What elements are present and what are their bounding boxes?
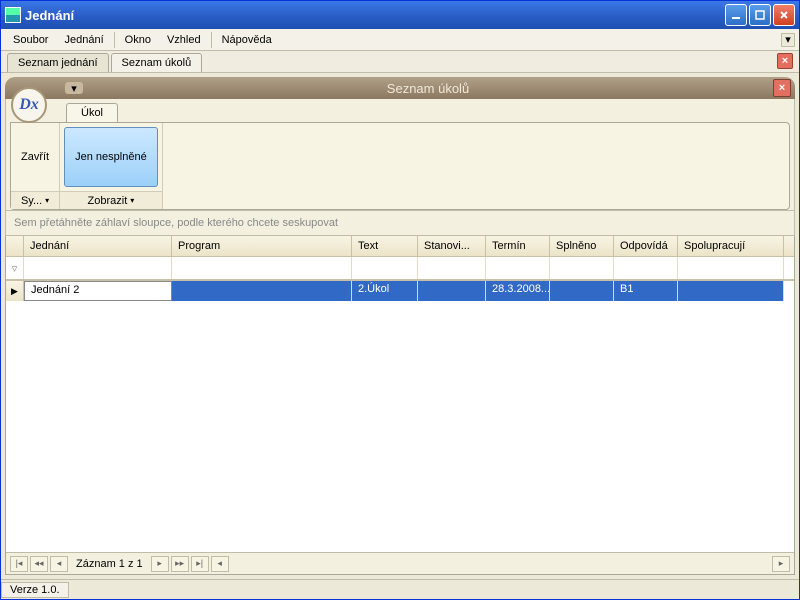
menu-jednani[interactable]: Jednání [56,32,111,48]
content-area: Dx ▾ Seznam úkolů × Úkol Zavřít Sy...▾ J… [1,73,799,579]
col-header-odpovida[interactable]: Odpovídá [614,236,678,256]
nav-next-button[interactable]: ▸ [151,556,169,572]
filter-jednani[interactable] [24,257,172,279]
nav-first-button[interactable]: |◂ [10,556,28,572]
zavrit-button[interactable]: Zavřít [11,123,59,191]
cell-odpovida[interactable]: B1 [614,281,678,301]
filter-stanovisko[interactable] [418,257,486,279]
statusbar: Verze 1.0. [1,579,799,599]
nav-prev-button[interactable]: ◂ [50,556,68,572]
ribbon-group-label-zobrazit[interactable]: Zobrazit▾ [60,191,162,209]
record-navigator: |◂ ◂◂ ◂ Záznam 1 z 1 ▸ ▸▸ ▸| ◂ ▸ [6,552,794,574]
maximize-button[interactable] [749,4,771,26]
tab-seznam-jednani[interactable]: Seznam jednání [7,53,109,72]
cell-jednani[interactable]: Jednání 2 [24,281,172,301]
cell-stanovisko[interactable] [418,281,486,301]
menu-napoveda[interactable]: Nápověda [214,32,280,48]
jen-nesplnene-button[interactable]: Jen nesplněné [64,127,158,187]
grid-filter-row: ▿ [6,257,794,281]
menu-soubor[interactable]: Soubor [5,32,56,48]
nav-last-button[interactable]: ▸| [191,556,209,572]
filter-splneno[interactable] [550,257,614,279]
app-badge-icon[interactable]: Dx [11,87,47,123]
ribbon: Úkol Zavřít Sy...▾ Jen nesplněné Zobrazi… [5,99,795,211]
col-header-termin[interactable]: Termín [486,236,550,256]
filter-text[interactable] [352,257,418,279]
nav-scroll-left-button[interactable]: ◂ [211,556,229,572]
ribbon-group-label-sy[interactable]: Sy...▾ [11,191,59,209]
status-version: Verze 1.0. [1,582,69,598]
table-row[interactable]: ▶ Jednání 2 2.Úkol 28.3.2008... B1 [6,281,794,301]
col-header-text[interactable]: Text [352,236,418,256]
filter-spolupracuji[interactable] [678,257,784,279]
col-header-spolupracuji[interactable]: Spolupracují [678,236,784,256]
row-indicator-icon: ▶ [6,281,24,301]
panel-dropdown-icon[interactable]: ▾ [65,82,83,94]
group-by-hint[interactable]: Sem přetáhněte záhlaví sloupce, podle kt… [5,211,795,236]
menubar: Soubor Jednání Okno Vzhled Nápověda ▾ [1,29,799,51]
menu-separator [114,32,115,48]
titlebar: Jednání [1,1,799,29]
col-header-stanovisko[interactable]: Stanovi... [418,236,486,256]
cell-program[interactable] [172,281,352,301]
nav-prev-page-button[interactable]: ◂◂ [30,556,48,572]
ribbon-tab-ukol[interactable]: Úkol [66,103,118,122]
nav-position-text: Záznam 1 z 1 [70,558,149,570]
minimize-button[interactable] [725,4,747,26]
menu-vzhled[interactable]: Vzhled [159,32,209,48]
grid-corner [6,236,24,256]
nav-next-page-button[interactable]: ▸▸ [171,556,189,572]
col-header-program[interactable]: Program [172,236,352,256]
filter-termin[interactable] [486,257,550,279]
nav-scroll-right-button[interactable]: ▸ [772,556,790,572]
app-icon [5,7,21,23]
ribbon-group-system: Zavřít Sy...▾ [11,123,60,209]
menu-separator [211,32,212,48]
cell-spolupracuji[interactable] [678,281,784,301]
panel-header: Dx ▾ Seznam úkolů × [5,77,795,99]
filter-odpovida[interactable] [614,257,678,279]
col-header-splneno[interactable]: Splněno [550,236,614,256]
document-tabs: Seznam jednání Seznam úkolů × [1,51,799,73]
panel-close-button[interactable]: × [773,79,791,97]
cell-splneno[interactable] [550,281,614,301]
ribbon-group-zobrazit: Jen nesplněné Zobrazit▾ [60,123,163,209]
window-close-button[interactable] [773,4,795,26]
grid-header-row: Jednání Program Text Stanovi... Termín S… [6,236,794,257]
panel-title: Seznam úkolů [83,81,773,96]
cell-termin[interactable]: 28.3.2008... [486,281,550,301]
app-window: Jednání Soubor Jednání Okno Vzhled Nápov… [0,0,800,600]
menubar-dropdown-icon[interactable]: ▾ [781,33,795,47]
col-header-jednani[interactable]: Jednání [24,236,172,256]
data-grid: Jednání Program Text Stanovi... Termín S… [5,236,795,575]
filter-program[interactable] [172,257,352,279]
window-title: Jednání [25,8,725,23]
tab-seznam-ukolu[interactable]: Seznam úkolů [111,53,203,72]
filter-icon[interactable]: ▿ [6,257,24,279]
menu-okno[interactable]: Okno [117,32,159,48]
grid-body: ▶ Jednání 2 2.Úkol 28.3.2008... B1 [6,281,794,552]
cell-text[interactable]: 2.Úkol [352,281,418,301]
tab-close-button[interactable]: × [777,53,793,69]
